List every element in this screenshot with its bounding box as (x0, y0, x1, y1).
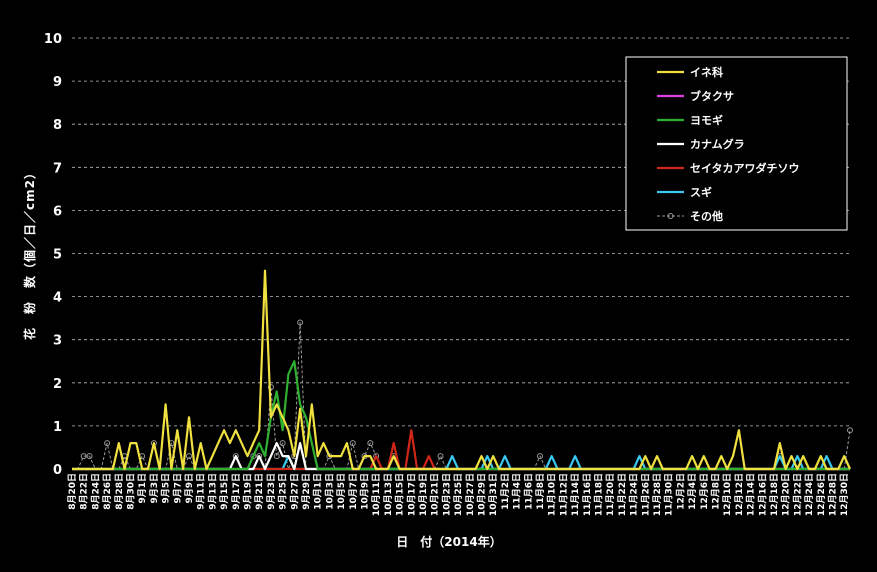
x-tick-label: 8月28日 (114, 473, 125, 510)
x-tick-label: 11月24日 (629, 473, 640, 516)
y-tick-labels: 0 1 2 3 4 5 6 7 8 9 10 (44, 32, 62, 478)
y-tick-label: 5 (53, 248, 62, 263)
x-tick-label: 12月30日 (839, 473, 850, 516)
x-tick-label: 11月26日 (640, 473, 651, 516)
y-tick-label: 9 (53, 75, 62, 90)
x-tick-label: 10月3日 (324, 473, 335, 510)
x-tick-label: 12月12日 (734, 473, 745, 516)
series-marker (185, 453, 192, 460)
legend-label: ブタクサ (690, 89, 734, 103)
x-tick-label: 12月28日 (827, 473, 838, 516)
x-tick-label: 12月4日 (687, 473, 698, 510)
x-tick-label: 11月14日 (570, 473, 581, 516)
series-line (72, 322, 851, 470)
x-tick-label: 12月22日 (792, 473, 803, 516)
y-tick-label: 7 (53, 161, 62, 176)
x-tick-label: 9月25日 (278, 473, 289, 510)
x-tick-label: 11月22日 (617, 473, 628, 516)
x-tick-label: 11月28日 (652, 473, 663, 516)
legend-label: セイタカアワダチソウ (690, 161, 800, 175)
y-tick-label: 2 (53, 377, 62, 392)
x-tick-label: 12月2日 (675, 473, 686, 510)
x-tick-label: 9月1日 (137, 473, 148, 504)
x-tick-label: 10月27日 (465, 473, 476, 516)
x-tick-label: 9月7日 (172, 473, 183, 504)
y-tick-label: 4 (53, 291, 62, 306)
series-line (72, 429, 850, 471)
x-tick-label: 11月16日 (582, 473, 593, 516)
x-tick-label: 8月22日 (79, 473, 90, 510)
series-line (72, 269, 852, 471)
x-tick-label: 9月15日 (219, 473, 230, 510)
y-tick-label: 0 (53, 463, 62, 478)
x-tick-label: 11月8日 (535, 473, 546, 510)
x-tick-label: 10月1日 (313, 473, 324, 510)
x-tick-label: 9月13日 (207, 473, 218, 510)
x-tick-label: 11月10日 (547, 473, 558, 516)
x-tick-label: 11月4日 (512, 473, 523, 510)
x-tick-label: 12月16日 (757, 473, 768, 516)
legend-label: カナムグラ (690, 137, 745, 151)
x-tick-label: 10月23日 (441, 473, 452, 516)
y-tick-label: 1 (53, 420, 62, 435)
x-tick-labels: 8月20日 8月22日 8月24日 8月26日 8月28日 8月30日 9月1日 9月3日 9月… (67, 473, 850, 516)
x-tick-label: 12月18日 (769, 473, 780, 516)
x-tick-label: 10月19日 (418, 473, 429, 516)
legend-label: イネ科 (690, 65, 723, 79)
x-tick-label: 9月21日 (254, 473, 265, 510)
x-tick-label: 9月9日 (184, 473, 195, 504)
x-tick-label: 12月26日 (816, 473, 827, 516)
x-tick-label: 10月21日 (430, 473, 441, 516)
x-tick-label: 9月17日 (231, 473, 242, 510)
x-tick-label: 9月23日 (266, 473, 277, 510)
x-tick-label: 10月9日 (359, 473, 370, 510)
y-tick-label: 10 (44, 32, 62, 47)
x-axis-title: 日 付（2014年） (396, 534, 501, 549)
x-tick-label: 10月7日 (348, 473, 359, 510)
pollen-chart: 0 1 2 3 4 5 6 7 8 9 10 8月20日 8月22日 8月24日 8月26日 8月28日 8月… (22, 32, 853, 549)
x-tick-label: 12月6日 (699, 473, 710, 510)
legend-label: ヨモギ (690, 113, 723, 127)
x-tick-label: 12月14日 (746, 473, 757, 516)
x-tick-label: 12月8日 (710, 473, 721, 510)
x-tick-label: 9月27日 (289, 473, 300, 510)
x-tick-label: 9月19日 (242, 473, 253, 510)
y-axis-title: 花 粉 数（個／日／cm2） (22, 166, 37, 340)
x-tick-label: 8月24日 (90, 473, 101, 510)
y-tick-label: 3 (53, 334, 62, 349)
series-marker (437, 453, 444, 460)
x-tick-label: 8月20日 (67, 473, 78, 510)
x-tick-label: 9月3日 (149, 473, 160, 504)
x-tick-label: 11月2日 (500, 473, 511, 510)
x-tick-label: 10月11日 (371, 473, 382, 516)
y-tick-label: 8 (53, 118, 62, 133)
x-tick-label: 9月29日 (301, 473, 312, 510)
x-tick-label: 11月6日 (523, 473, 534, 510)
x-tick-label: 11月20日 (605, 473, 616, 516)
x-tick-label: 10月5日 (336, 473, 347, 510)
x-tick-label: 12月24日 (804, 473, 815, 516)
legend-label: スギ (690, 185, 712, 199)
x-tick-label: 11月30日 (664, 473, 675, 516)
x-tick-label: 10月25日 (453, 473, 464, 516)
x-tick-label: 12月10日 (722, 473, 733, 516)
y-tick-label: 6 (53, 204, 62, 219)
series-lines (72, 269, 853, 471)
x-tick-label: 10月15日 (395, 473, 406, 516)
x-tick-label: 12月20日 (781, 473, 792, 516)
x-tick-label: 8月30日 (125, 473, 136, 510)
x-tick-label: 10月13日 (383, 473, 394, 516)
x-tick-label: 11月12日 (558, 473, 569, 516)
x-tick-label: 8月26日 (102, 473, 113, 510)
legend-label: その他 (690, 209, 723, 223)
x-tick-label: 10月31日 (488, 473, 499, 516)
x-tick-label: 11月18日 (593, 473, 604, 516)
x-tick-label: 9月5日 (161, 473, 172, 504)
x-tick-label: 10月17日 (406, 473, 417, 516)
x-tick-label: 10月29日 (476, 473, 487, 516)
x-tick-label: 9月11日 (196, 473, 207, 510)
legend: イネ科ブタクサヨモギカナムグラセイタカアワダチソウスギその他 (625, 56, 848, 231)
